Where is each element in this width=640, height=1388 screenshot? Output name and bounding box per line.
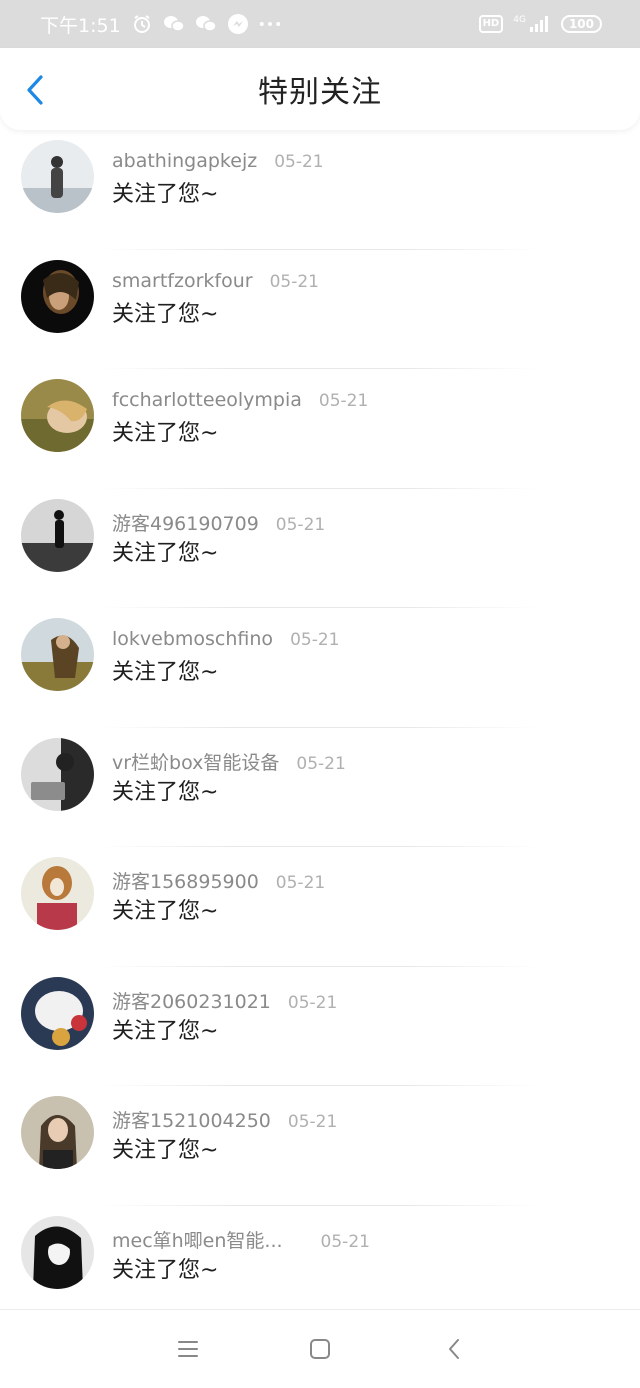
page-title: 特别关注 [258,75,382,110]
list-item[interactable]: 游客2060231021 05-21 关注了您~ [0,967,640,1086]
username[interactable]: lokvebmoschfino [112,628,273,650]
wechat-icon [195,13,217,35]
list-item[interactable]: abathingapkejz 05-21 关注了您~ [0,130,640,250]
username[interactable]: fccharlotteeolympia [112,389,302,411]
username[interactable]: 游客1521004250 [112,1106,271,1133]
item-header: smartfzorkfour 05-21 [112,270,319,292]
message: 关注了您~ [112,1257,219,1283]
message: 关注了您~ [112,301,219,327]
status-bar: 下午1:51 HD 4G 100 [0,0,640,48]
list-item[interactable]: lokvebmoschfino 05-21 关注了您~ [0,608,640,728]
network-label: 4G [513,15,526,25]
avatar[interactable] [21,498,94,572]
message: 关注了您~ [112,660,219,685]
message: 关注了您~ [112,899,219,924]
item-header: 游客1521004250 05-21 [112,1106,337,1133]
username[interactable]: vr栏蚧box智能设备 [112,748,279,775]
avatar[interactable] [21,976,94,1050]
back-button[interactable] [20,72,50,108]
date: 05-21 [274,152,324,172]
avatar[interactable] [21,1215,94,1289]
item-header: vr栏蚧box智能设备 05-21 [112,748,346,775]
avatar[interactable] [21,857,94,930]
date: 05-21 [269,271,319,292]
username[interactable]: 游客496190709 [112,509,259,536]
status-right: HD 4G 100 [478,15,602,33]
header-bar: 特别关注 [0,48,640,130]
item-header: fccharlotteeolympia 05-21 [112,389,368,411]
avatar[interactable] [21,618,94,691]
avatar[interactable] [21,737,94,811]
list-item[interactable]: vr栏蚧box智能设备 05-21 关注了您~ [0,728,640,847]
date: 05-21 [320,1231,370,1252]
message: 关注了您~ [112,1018,219,1044]
date: 05-21 [275,514,326,535]
list-item[interactable]: 游客496190709 05-21 关注了您~ [0,489,640,608]
signal-icon: 4G [513,16,551,32]
status-left: 下午1:51 [40,11,281,38]
status-time: 下午1:51 [40,14,121,37]
date: 05-21 [296,753,346,774]
item-header: lokvebmoschfino 05-21 [112,628,339,650]
follow-list: abathingapkejz 05-21 关注了您~ smartfzorkfou… [0,130,640,1325]
message: 关注了您~ [112,182,219,207]
menu-button[interactable] [175,1336,201,1362]
avatar[interactable] [21,259,94,333]
item-header: mec箪h唧en智能... 05-21 [112,1226,370,1253]
nav-back-button[interactable] [441,1336,467,1362]
messenger-icon [227,13,249,35]
username[interactable]: abathingapkejz [112,150,257,172]
username[interactable]: 游客156895900 [112,867,259,894]
date: 05-21 [318,391,369,411]
avatar[interactable] [21,140,94,213]
username[interactable]: mec箪h唧en智能... [112,1226,283,1253]
message: 关注了您~ [112,779,219,805]
item-header: 游客496190709 05-21 [112,509,325,536]
date: 05-21 [275,873,326,893]
battery-indicator: 100 [560,15,602,33]
item-header: 游客156895900 05-21 [112,867,325,894]
list-item[interactable]: fccharlotteeolympia 05-21 关注了您~ [0,369,640,489]
message: 关注了您~ [112,421,219,446]
hd-badge: HD [478,15,504,33]
item-header: abathingapkejz 05-21 [112,150,324,172]
alarm-icon [131,13,153,35]
list-item[interactable]: 游客156895900 05-21 关注了您~ [0,847,640,967]
chevron-left-icon [27,75,43,105]
username[interactable]: 游客2060231021 [112,987,271,1014]
date: 05-21 [290,630,340,650]
date: 05-21 [287,1112,338,1132]
avatar[interactable] [21,1096,94,1169]
message: 关注了您~ [112,540,219,566]
list-item[interactable]: smartfzorkfour 05-21 关注了您~ [0,250,640,369]
home-square-icon [310,1339,330,1359]
list-item[interactable]: mec箪h唧en智能... 05-21 关注了您~ [0,1206,640,1326]
system-nav-bar [0,1309,640,1388]
menu-icon [178,1341,198,1357]
item-header: 游客2060231021 05-21 [112,987,337,1014]
username[interactable]: smartfzorkfour [112,270,253,292]
list-item[interactable]: 游客1521004250 05-21 关注了您~ [0,1086,640,1206]
back-triangle-icon [449,1339,459,1359]
more-dots-icon [259,13,281,35]
date: 05-21 [287,992,338,1013]
home-button[interactable] [307,1336,333,1362]
wechat-icon [163,13,185,35]
message: 关注了您~ [112,1138,219,1163]
avatar[interactable] [21,379,94,452]
